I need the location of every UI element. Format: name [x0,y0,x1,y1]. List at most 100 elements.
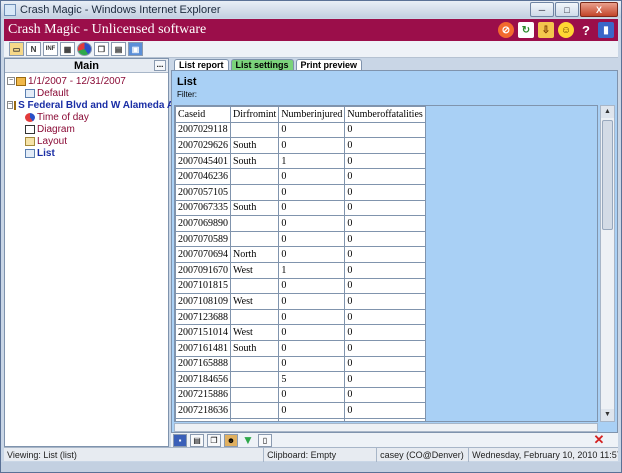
status-viewing: Viewing: List (list) [4,447,265,462]
help-icon[interactable]: ? [578,22,594,38]
filter-icon[interactable]: ▼ [241,433,255,447]
vertical-scrollbar[interactable]: ▲ ▼ [600,105,615,422]
scroll-down-icon[interactable]: ▼ [601,409,614,421]
tree-node-intersection[interactable]: − S Federal Blvd and W Alameda Ave [7,99,185,111]
col-caseid-cell: 2007215886 [175,386,231,404]
col-caseid-cell: 2007070589 [175,230,231,248]
col-dirfromint-cell [229,183,280,201]
col-dirfromint-header[interactable]: Dirfromint [229,106,280,123]
collapse-icon[interactable]: − [7,101,14,109]
save-icon[interactable]: ▪ [173,433,187,447]
table-row[interactable]: 2007220987South00 [175,417,426,421]
table-row[interactable]: 2007215886 0 0 [175,386,426,404]
data-grid[interactable]: Caseid Dirfromint Numberinjured Numberoffat… [174,105,598,422]
col-numberoffatalities-cell: 0 [344,308,426,326]
tree-node-label: Diagram [37,123,75,135]
tree-node-label: 1/1/2007 - 12/31/2007 [28,75,126,87]
col-caseid-cell: 2007029118 [175,121,231,139]
navigation-panel: Main ... − 1/1/2007 - 12/31/2007 Default… [4,58,185,447]
export-icon[interactable]: ▣ [128,42,143,56]
report-icon[interactable]: ↻ [518,22,534,38]
tab-list-settings[interactable]: List settings [230,59,294,70]
more-options-button[interactable]: ... [154,60,166,71]
smiley-icon[interactable]: ☺ [558,22,574,38]
users-icon[interactable]: ☻ [224,433,238,447]
col-numberoffatalities-header[interactable]: Numberoffatalities [344,106,426,123]
stats-icon[interactable]: ▮ [598,22,614,38]
copy-icon[interactable]: ❐ [94,42,109,56]
pie-chart-icon [25,112,35,122]
col-numberoffatalities-cell: 0 [344,277,426,295]
close-window-button[interactable]: X [580,2,618,17]
tree-node-default[interactable]: Default [7,87,168,99]
print-icon[interactable]: ▤ [190,433,204,447]
col-dirfromint-cell [229,121,280,139]
table-row[interactable]: 2007151014 West 0 0 [175,324,426,341]
table-row[interactable]: 2007057105 0 0 [175,183,426,201]
col-numberinjured-cell: 0 [278,308,346,326]
table-row[interactable]: 2007184656 5 0 [175,371,426,388]
col-caseid-cell: 2007151014 [175,324,231,341]
scroll-thumb[interactable] [602,120,613,230]
close-circle-icon[interactable]: ⊘ [498,22,514,38]
download-icon[interactable]: ⇩ [538,22,554,38]
tree-node-label: Layout [37,135,68,147]
document-icon[interactable]: ▯ [258,433,272,447]
copy-icon[interactable]: ❐ [207,433,221,447]
window-frame-bottom [1,462,621,472]
col-caseid-cell: 2007220987 [175,417,231,421]
col-numberinjured-cell: 0 [278,230,346,248]
pie-chart-icon[interactable] [77,42,92,56]
grid-icon[interactable]: ▦ [60,42,75,56]
table-row[interactable]: 2007123688 0 0 [175,308,426,326]
list-icon [25,148,35,158]
pdf-icon[interactable]: INF [43,42,58,56]
col-dirfromint-cell [229,230,280,248]
window-titlebar: Crash Magic - Windows Internet Explorer … [1,1,621,18]
col-numberinjured-cell: 0 [278,402,346,419]
table-row[interactable]: 2007046236 0 0 [175,168,426,185]
scroll-up-icon[interactable]: ▲ [601,106,614,118]
table-row[interactable]: 2007029626 South 0 0 [175,137,426,154]
collapse-icon[interactable]: − [7,77,15,85]
open-folder-icon[interactable]: ▭ [9,42,24,56]
table-row[interactable]: 2007067335 South 0 0 [175,199,426,217]
col-caseid-cell: 2007057105 [175,183,231,201]
col-caseid-header[interactable]: Caseid [175,106,231,123]
col-numberinjured-cell: 0 [278,168,346,185]
tab-print-preview[interactable]: Print preview [295,59,363,70]
table-row[interactable]: 2007029118 0 0 [175,121,426,139]
layout-icon [25,136,35,146]
col-numberinjured-cell: 0 [278,339,346,357]
table-row[interactable]: 2007070694 North 0 0 [175,246,426,263]
col-dirfromint-cell [229,386,280,404]
table-row[interactable]: 2007165888 0 0 [175,355,426,373]
main-toolbar: ▭ N INF ▦ ❐ ▤ ▣ [4,41,618,58]
tree-node-date-range[interactable]: − 1/1/2007 - 12/31/2007 [7,75,168,87]
table-row[interactable]: 2007108109 West 0 0 [175,293,426,310]
col-numberinjured-cell: 0 [278,355,346,373]
crash-table: Caseid Dirfromint Numberinjured Numberoffat… [175,106,426,421]
col-numberoffatalities-cell: 0 [344,339,426,357]
table-row[interactable]: 2007069890 0 0 [175,215,426,232]
col-numberinjured-cell: 0 [278,386,346,404]
table-row[interactable]: 2007091670 West 1 0 [175,261,426,279]
table-row[interactable]: 2007070589 0 0 [175,230,426,248]
tree-node-diagram[interactable]: Diagram [7,123,168,135]
table-row[interactable]: 2007161481 South 0 0 [175,339,426,357]
horizontal-scrollbar[interactable] [174,423,598,432]
table-row[interactable]: 2007218636 0 0 [175,402,426,419]
table-row[interactable]: 2007101815 0 0 [175,277,426,295]
print-icon[interactable]: ▤ [111,42,126,56]
tab-list-report[interactable]: List report [174,59,229,70]
table-row[interactable]: 2007045401 South 1 0 [175,152,426,170]
close-report-button[interactable]: ✕ [592,432,606,447]
tree-node-list[interactable]: List [7,147,168,159]
maximize-button[interactable]: □ [555,2,579,17]
col-numberinjured-header[interactable]: Numberinjured [278,106,346,123]
minimize-button[interactable]: ─ [530,2,554,17]
tree-node-time-of-day[interactable]: Time of day [7,111,168,123]
col-dirfromint-cell [229,355,280,373]
note-icon[interactable]: N [26,42,41,56]
tree-node-layout[interactable]: Layout [7,135,168,147]
